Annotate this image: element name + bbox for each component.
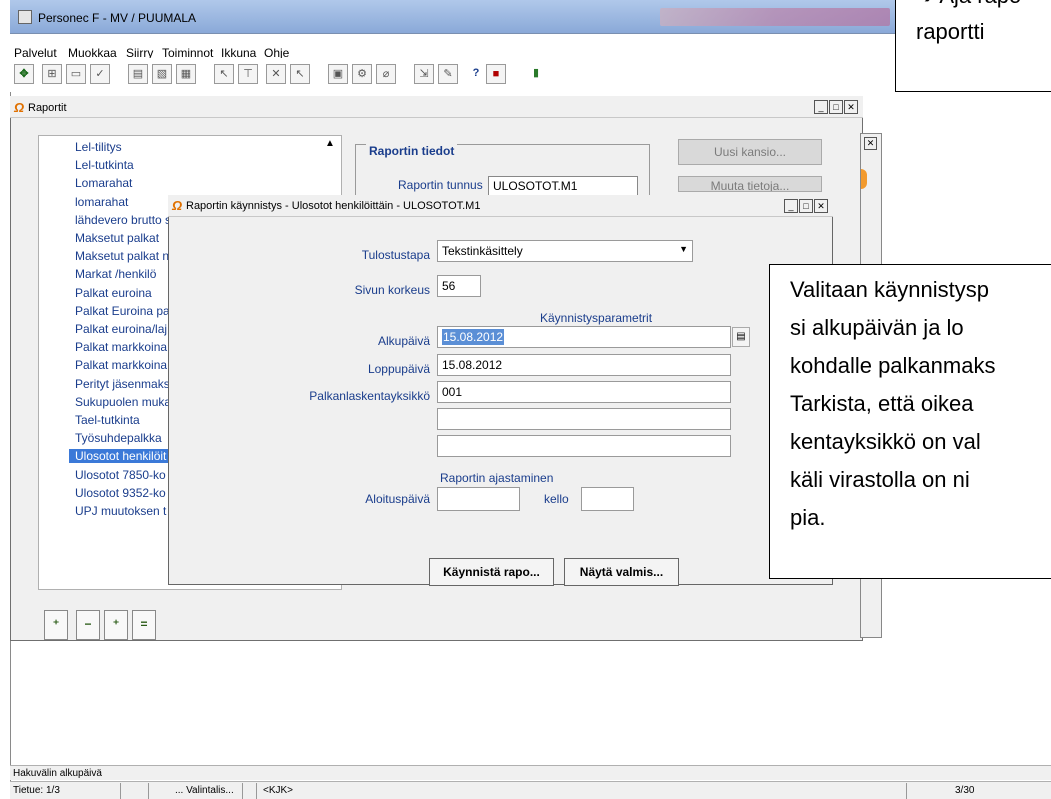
expand-icon[interactable]: ⁺ (44, 610, 68, 640)
callout-line-6: käli virastolla on ni (790, 467, 970, 492)
alkupaiva-field[interactable]: 15.08.2012 (437, 326, 731, 348)
tulostustapa-value: Tekstinkäsittely (442, 244, 523, 258)
extra-parameter-field-2[interactable] (437, 435, 731, 457)
nayta-valmis-button[interactable]: Näytä valmis... (564, 558, 679, 586)
edit-icon[interactable]: ✎ (438, 64, 458, 84)
settings-icon[interactable]: ⚙ (352, 64, 372, 84)
accept-icon[interactable]: ✓ (90, 64, 110, 84)
palkanlaskentayksikko-field[interactable]: 001 (437, 381, 731, 403)
uusi-kansio-button[interactable]: Uusi kansio... (678, 139, 822, 165)
kello-label: kello (544, 492, 569, 506)
alkupaiva-value: 15.08.2012 (442, 329, 505, 345)
loppupaiva-label: Loppupäivä (367, 362, 430, 376)
dialog-window-controls: _ □ ✕ (784, 199, 828, 213)
callout-top-line-2: raportti (916, 19, 985, 44)
palkanlaskentayksikko-label: Palkanlaskentayksikkö (309, 389, 430, 403)
valintalis-status: ... Valintalis... (175, 785, 234, 796)
record-counter: Tietue: 1/3 (13, 785, 60, 796)
dialog-title-bar: Ω Raportin käynnistys - Ulosotot henkilö… (168, 195, 833, 217)
save-icon[interactable]: ▭ (66, 64, 86, 84)
collapse-icon[interactable]: − (76, 610, 100, 640)
new-icon[interactable]: ⊞ (42, 64, 62, 84)
callout-line-1: Valitaan käynnistysp (790, 277, 989, 302)
hint-status-bar: Hakuvälin alkupäivä (10, 765, 1051, 780)
instruction-callout-top: ➔ Aja rapo raportti (895, 0, 1051, 92)
help-icon[interactable]: ? (466, 64, 486, 84)
minimize-icon[interactable]: _ (814, 100, 828, 114)
app-logo-icon: Ω (172, 198, 183, 213)
callout-top-line-1: ➔ Aja rapo (916, 0, 1021, 9)
collapse-all-icon[interactable]: = (132, 610, 156, 640)
raportin-tunnus-label: Raportin tunnus (398, 178, 483, 192)
close-icon[interactable]: ✕ (814, 199, 828, 213)
aloituspaiva-field[interactable] (437, 487, 520, 511)
callout-line-4: Tarkista, että oikea (790, 391, 974, 416)
status-bar: Tietue: 1/3 ... Valintalis... <KJK> 3/30 (10, 781, 1051, 799)
grid-icon[interactable]: ▦ (176, 64, 196, 84)
loppupaiva-field[interactable]: 15.08.2012 (437, 354, 731, 376)
tool2-icon[interactable]: ⊤ (238, 64, 258, 84)
tool5-icon[interactable]: ▣ (328, 64, 348, 84)
calendar-icon[interactable]: ▤ (732, 327, 750, 347)
kaynnista-raportti-button[interactable]: Käynnistä rapo... (429, 558, 554, 586)
exit-door-icon[interactable]: ▮ (526, 64, 546, 84)
callout-line-7: pia. (790, 505, 826, 530)
kello-field[interactable] (581, 487, 634, 511)
app-logo-icon: Ω (14, 100, 25, 115)
java-app-icon (18, 10, 32, 24)
callout-line-3: kohdalle palkanmaks (790, 353, 996, 378)
alkupaiva-label: Alkupäivä (377, 334, 430, 348)
callout-line-2: si alkupäivän ja lo (790, 315, 964, 340)
kaynnistysparametrit-header: Käynnistysparametrit (540, 311, 653, 325)
raportit-title-bar: Ω Raportit _ □ ✕ (10, 96, 863, 118)
maximize-icon[interactable]: □ (799, 199, 813, 213)
book-icon[interactable]: ■ (486, 64, 506, 84)
muuta-tietoja-button[interactable]: Muuta tietoja... (678, 176, 822, 192)
tool4-icon[interactable]: ↖ (290, 64, 310, 84)
sivun-korkeus-label: Sivun korkeus (354, 283, 430, 297)
scroll-up-icon[interactable]: ▲ (323, 138, 337, 152)
side-indicator (861, 169, 867, 189)
raportin-ajastaminen-header: Raportin ajastaminen (440, 471, 554, 485)
maximize-icon[interactable]: □ (829, 100, 843, 114)
aloituspaiva-label: Aloituspäivä (365, 492, 430, 506)
raportin-tiedot-label: Raportin tiedot (366, 144, 458, 158)
report-list-item[interactable]: Lel-tutkinta (75, 158, 205, 172)
side-close-icon[interactable]: ✕ (864, 137, 877, 150)
dialog-title: Raportin käynnistys - Ulosotot henkilöit… (186, 200, 481, 212)
window-title: Personec F - MV / PUUMALA (38, 11, 197, 25)
export-icon[interactable]: ⇲ (414, 64, 434, 84)
report-list-item[interactable]: Lomarahat (75, 176, 205, 190)
kjk-status: <KJK> (263, 785, 294, 796)
move-icon[interactable]: ✥ (14, 64, 34, 84)
callout-line-5: kentayksikkö on val (790, 429, 981, 454)
raportit-title: Raportit (28, 102, 67, 114)
preview-icon[interactable]: ▧ (152, 64, 172, 84)
title-bar-buttons (660, 8, 890, 26)
raportit-window-controls: _ □ ✕ (814, 100, 858, 114)
chevron-down-icon[interactable]: ▼ (679, 244, 688, 254)
raportin-tunnus-field[interactable]: ULOSOTOT.M1 (488, 176, 638, 196)
page-indicator: 3/30 (955, 785, 975, 796)
close-icon[interactable]: ✕ (844, 100, 858, 114)
expand-all-icon[interactable]: ⁺ (104, 610, 128, 640)
tulostustapa-select[interactable]: Tekstinkäsittely ▼ (437, 240, 693, 262)
attach-icon[interactable]: ⌀ (376, 64, 396, 84)
instruction-callout-main: Valitaan käynnistysp si alkupäivän ja lo… (769, 264, 1051, 579)
print-icon[interactable]: ▤ (128, 64, 148, 84)
report-list-item[interactable]: Lel-tilitys (75, 140, 205, 154)
list-tools: ⁺ − ⁺ = (44, 610, 164, 640)
sivun-korkeus-field[interactable]: 56 (437, 275, 481, 297)
tulostustapa-label: Tulostustapa (361, 248, 430, 262)
delete-row-icon[interactable]: ✕ (266, 64, 286, 84)
extra-parameter-field-1[interactable] (437, 408, 731, 430)
minimize-icon[interactable]: _ (784, 199, 798, 213)
tool1-icon[interactable]: ↖ (214, 64, 234, 84)
